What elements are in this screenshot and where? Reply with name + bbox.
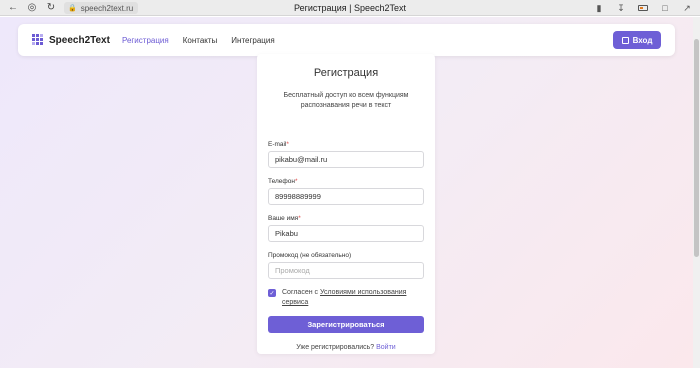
terms-checkbox[interactable]: ✓ [268, 289, 276, 297]
logo-text: Speech2Text [49, 34, 110, 46]
register-button[interactable]: Зарегистрироваться [268, 316, 424, 333]
phone-field[interactable]: 89998889999 [268, 188, 424, 205]
download-icon[interactable]: ↧ [616, 2, 626, 14]
nav-link-integration[interactable]: Интеграция [231, 36, 274, 45]
browser-toolbar: ← ◎ ↻ 🔒 speech2text.ru Регистрация | Spe… [0, 0, 700, 16]
chat-icon[interactable]: □ [660, 2, 670, 14]
share-icon[interactable]: ↗ [682, 2, 692, 14]
registration-card: Регистрация Бесплатный доступ ко всем фу… [257, 54, 435, 354]
login-link[interactable]: Войти [376, 344, 396, 351]
account-icon[interactable]: ◎ [26, 2, 38, 14]
terms-agreement: ✓ Согласен с Условиями использования сер… [268, 288, 422, 308]
battery-icon [638, 5, 648, 11]
logo-icon [32, 34, 44, 46]
nav-link-registration[interactable]: Регистрация [122, 36, 169, 45]
lock-icon: 🔒 [68, 5, 77, 12]
address-bar[interactable]: 🔒 speech2text.ru [64, 2, 138, 14]
login-button[interactable]: Вход [613, 31, 661, 49]
name-label: Ваше имя* [268, 215, 301, 222]
page-scrollbar[interactable] [693, 17, 700, 368]
form-title: Регистрация [313, 67, 379, 79]
promo-label: Промокод (не обязательно) [268, 252, 352, 259]
email-label: E-mail* [268, 141, 289, 148]
back-icon[interactable]: ← [7, 2, 19, 14]
logo[interactable]: Speech2Text [32, 34, 110, 46]
reload-icon[interactable]: ↻ [45, 2, 57, 14]
email-field[interactable]: pikabu@mail.ru [268, 151, 424, 168]
main-nav: Регистрация Контакты Интеграция [122, 36, 275, 45]
login-icon [621, 36, 629, 44]
phone-label: Телефон* [268, 178, 298, 185]
terms-text: Согласен с Условиями использования серви… [282, 289, 407, 306]
form-subtitle: Бесплатный доступ ко всем функциям распо… [283, 92, 409, 109]
nav-link-contacts[interactable]: Контакты [183, 36, 218, 45]
login-prompt: Уже регистрировались? Войти [296, 344, 396, 351]
promo-field[interactable]: Промокод [268, 262, 424, 279]
address-text: speech2text.ru [80, 3, 134, 13]
bookmark-icon[interactable]: ▮ [594, 2, 604, 14]
scrollbar-thumb[interactable] [694, 39, 699, 257]
site-header: Speech2Text Регистрация Контакты Интегра… [18, 24, 675, 56]
page-viewport: Speech2Text Регистрация Контакты Интегра… [0, 17, 693, 368]
login-button-label: Вход [632, 35, 653, 45]
name-field[interactable]: Pikabu [268, 225, 424, 242]
